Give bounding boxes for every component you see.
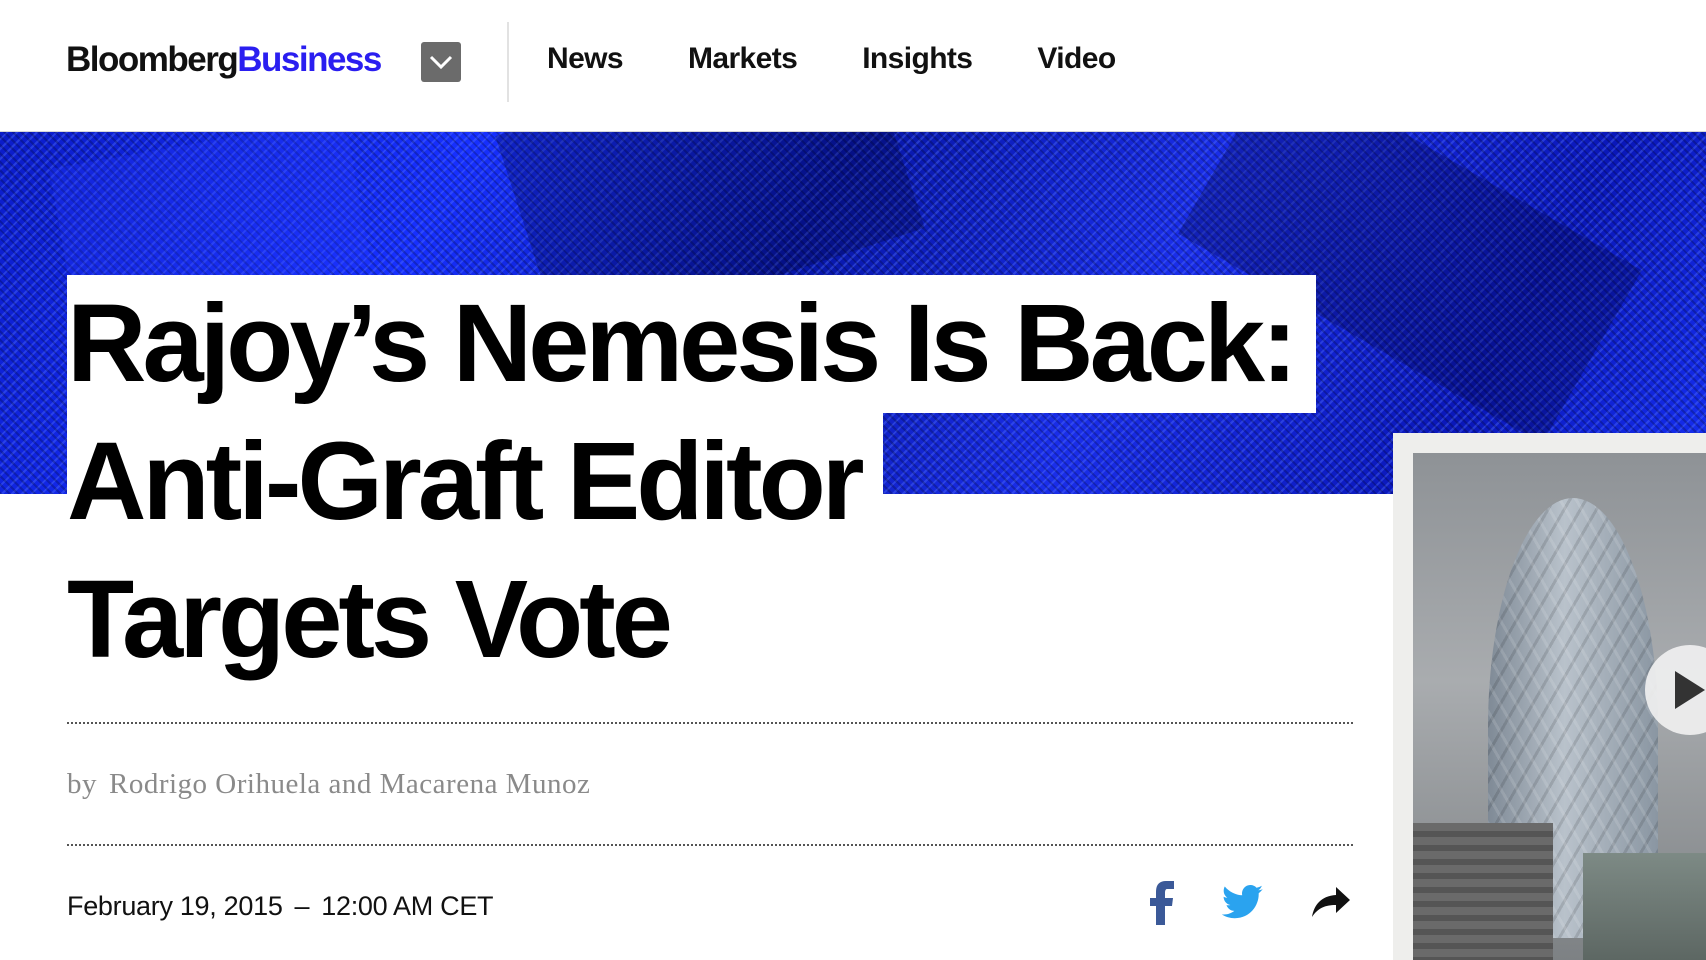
menu-toggle-button[interactable] — [421, 42, 461, 82]
play-icon — [1675, 671, 1705, 709]
dateline: February 19, 2015–12:00 AM CET — [67, 891, 494, 922]
video-panel — [1393, 433, 1706, 960]
chevron-down-icon — [429, 55, 453, 70]
logo-bloomberg: Bloomberg — [66, 40, 239, 79]
main-nav: News Markets Insights Video — [547, 44, 1181, 74]
divider-rule — [67, 844, 1353, 846]
byline: by Rodrigo Orihuela and Macarena Munoz — [67, 768, 590, 801]
facebook-share-button[interactable] — [1150, 881, 1196, 925]
article-headline: Rajoy’s Nemesis Is Back: Anti-Graft Edit… — [67, 275, 1316, 689]
nav-insights[interactable]: Insights — [862, 44, 973, 74]
header-divider — [507, 22, 509, 102]
nav-markets[interactable]: Markets — [688, 44, 798, 74]
date-separator: – — [294, 891, 310, 921]
site-header: BloombergBusiness News Markets Insights … — [0, 0, 1706, 132]
nav-news[interactable]: News — [547, 44, 624, 74]
publish-date: February 19, 2015 — [67, 891, 283, 921]
building-image — [1583, 853, 1706, 960]
byline-prefix: by — [67, 768, 97, 800]
more-share-button[interactable] — [1310, 881, 1356, 925]
facebook-icon — [1150, 881, 1174, 925]
headline-line: Rajoy’s Nemesis Is Back: — [67, 275, 1316, 413]
nav-video[interactable]: Video — [1037, 44, 1116, 74]
share-arrow-icon — [1312, 887, 1350, 917]
headline-line: Anti-Graft Editor — [67, 413, 883, 551]
logo-business: Business — [237, 40, 382, 79]
bloomberg-business-logo[interactable]: BloombergBusiness — [66, 40, 382, 79]
building-image — [1413, 823, 1553, 960]
headline-line: Targets Vote — [67, 551, 691, 689]
publish-time: 12:00 AM CET — [321, 891, 494, 921]
divider-rule — [67, 722, 1353, 724]
twitter-icon — [1221, 885, 1263, 919]
twitter-share-button[interactable] — [1221, 881, 1268, 925]
byline-authors[interactable]: Rodrigo Orihuela and Macarena Munoz — [109, 768, 590, 800]
